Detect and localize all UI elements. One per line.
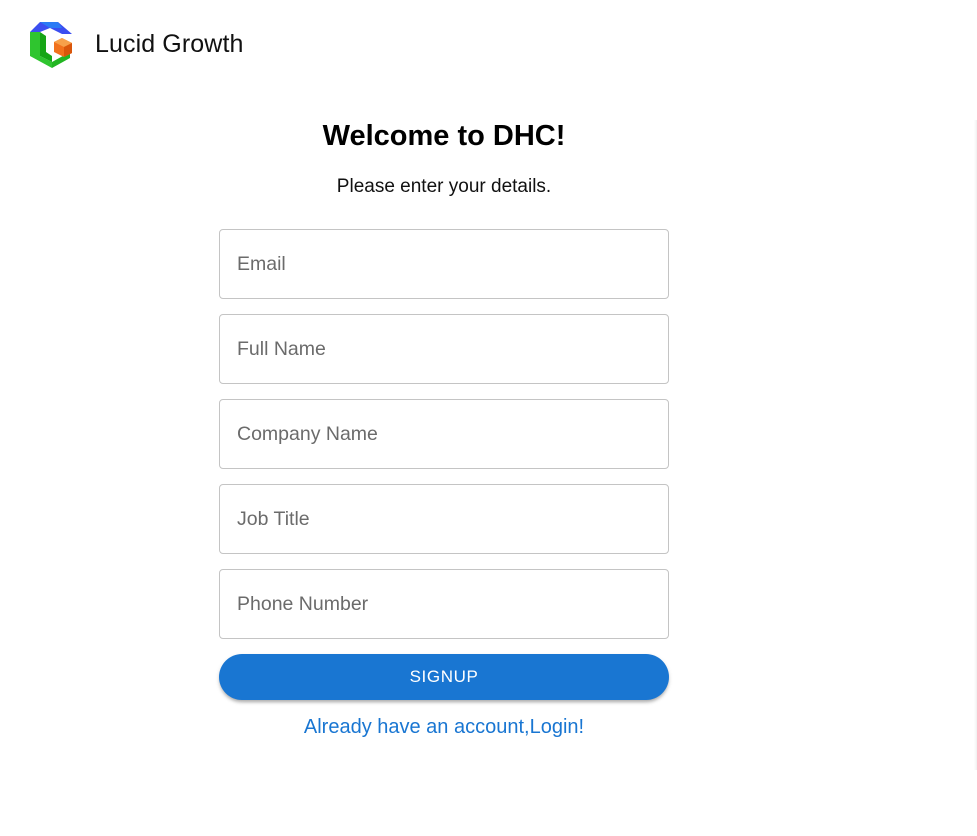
company-name-field[interactable] [219, 399, 669, 469]
signup-form: Welcome to DHC! Please enter your detail… [219, 112, 669, 739]
login-link[interactable]: Already have an account,Login! [219, 716, 669, 739]
page-subtitle: Please enter your details. [336, 176, 552, 197]
page-title: Welcome to DHC! [322, 120, 566, 152]
form-fields [219, 229, 669, 639]
signup-page: Lucid Growth Welcome to DHC! Please ente… [0, 0, 977, 836]
signup-button[interactable]: SIGNUP [219, 654, 669, 700]
phone-number-field[interactable] [219, 569, 669, 639]
full-name-field[interactable] [219, 314, 669, 384]
brand-name: Lucid Growth [95, 29, 244, 58]
lucid-growth-logo-icon [30, 22, 72, 68]
job-title-field[interactable] [219, 484, 669, 554]
email-field[interactable] [219, 229, 669, 299]
app-header: Lucid Growth [28, 20, 244, 68]
